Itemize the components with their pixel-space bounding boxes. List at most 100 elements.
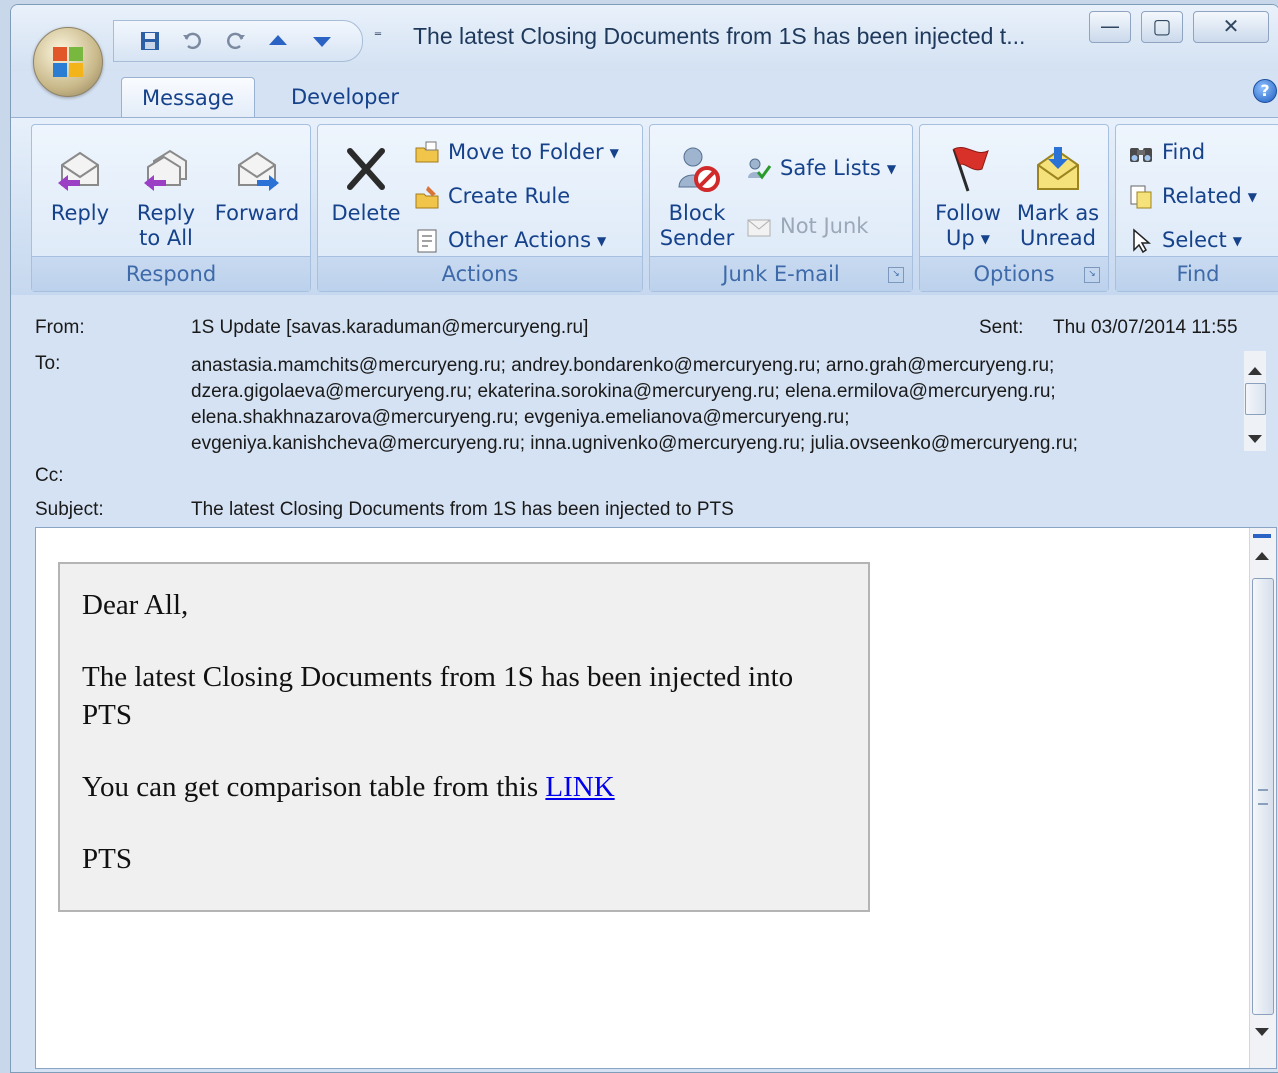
group-options-label: Options: [920, 256, 1108, 291]
binoculars-icon: [1130, 148, 1152, 162]
redo-icon[interactable]: [224, 29, 248, 53]
signature-text: PTS: [82, 843, 132, 875]
to-line: evgeniya.kanishcheva@mercuryeng.ru; inna…: [191, 433, 1078, 454]
maximize-button[interactable]: ▢: [1141, 11, 1183, 43]
message-header: From: 1S Update [savas.karaduman@mercury…: [11, 295, 1278, 523]
office-button[interactable]: [33, 27, 103, 97]
comparison-table-link[interactable]: LINK: [545, 771, 614, 803]
safe-lists-button[interactable]: Safe Lists ▼: [746, 153, 896, 183]
dialog-launcher-icon[interactable]: ↘: [1084, 267, 1100, 283]
flag-icon: [952, 147, 989, 192]
help-icon[interactable]: ?: [1253, 79, 1277, 103]
title-bar: ⁼ The latest Closing Documents from 1S h…: [11, 5, 1278, 71]
from-value[interactable]: 1S Update [savas.karaduman@mercuryeng.ru…: [191, 317, 588, 339]
tab-developer[interactable]: Developer: [271, 77, 419, 117]
close-button[interactable]: ✕: [1193, 11, 1269, 43]
dialog-launcher-icon[interactable]: ↘: [888, 267, 904, 283]
minimize-button[interactable]: —: [1089, 11, 1131, 43]
block-sender-label-2: Sender: [659, 226, 735, 250]
other-actions-button[interactable]: Other Actions ▼: [414, 225, 606, 255]
quick-access-toolbar: [113, 20, 363, 62]
reply-all-label-1: Reply: [136, 201, 196, 225]
body-line-2-text: You can get comparison table from this: [82, 771, 546, 803]
grip-icon: [1258, 789, 1268, 805]
mark-as-unread-label-1: Mark as: [1016, 201, 1100, 225]
reply-icon: [58, 151, 99, 191]
related-button[interactable]: Related ▼: [1128, 181, 1257, 211]
safe-lists-label: Safe Lists: [780, 156, 881, 180]
group-respond-label: Respond: [32, 256, 310, 291]
office-logo-icon: [53, 47, 83, 77]
subject-label: Subject:: [35, 499, 104, 520]
scroll-down-icon[interactable]: [1248, 435, 1262, 443]
previous-item-icon[interactable]: [266, 29, 290, 53]
reply-label: Reply: [50, 201, 110, 225]
body-line-2: You can get comparison table from this L…: [82, 768, 846, 806]
move-to-folder-label: Move to Folder: [448, 140, 604, 164]
related-label: Related: [1162, 184, 1242, 208]
forward-button[interactable]: Forward: [212, 143, 302, 226]
save-icon[interactable]: [138, 29, 162, 53]
forward-icon: [238, 151, 279, 191]
body-scrollbar[interactable]: [1249, 528, 1276, 1068]
scroll-down-icon[interactable]: [1255, 1028, 1269, 1036]
scroll-thumb[interactable]: [1245, 383, 1266, 415]
block-sender-icon: [678, 147, 720, 192]
sent-label: Sent:: [979, 317, 1024, 338]
safe-lists-icon: [748, 158, 772, 180]
other-actions-icon: [417, 229, 437, 253]
outlook-message-window: ⁼ The latest Closing Documents from 1S h…: [10, 4, 1278, 1073]
to-scrollbar[interactable]: [1244, 351, 1266, 451]
group-junk-label: Junk E-mail: [650, 256, 912, 291]
ribbon: Reply Reply to All Forward Respond Delet…: [11, 117, 1278, 296]
tab-message[interactable]: Message: [121, 77, 256, 118]
greeting-text: Dear All,: [82, 589, 189, 621]
select-button[interactable]: Select ▼: [1128, 225, 1242, 255]
chevron-down-icon: ▼: [609, 146, 619, 160]
reply-all-label-2: to All: [139, 226, 193, 250]
to-label: To:: [35, 353, 61, 374]
not-junk-button[interactable]: Not Junk: [746, 211, 868, 241]
create-rule-label: Create Rule: [448, 184, 571, 208]
message-body[interactable]: Dear All, The latest Closing Documents f…: [35, 527, 1277, 1069]
scroll-up-icon[interactable]: [1248, 367, 1262, 375]
subject-value: The latest Closing Documents from 1S has…: [191, 499, 734, 520]
reply-all-icon: [144, 149, 187, 191]
group-junk-email: Block Sender Safe Lists ▼ Not Junk Junk E…: [649, 124, 913, 292]
message-content: Dear All, The latest Closing Documents f…: [58, 562, 870, 912]
to-recipients[interactable]: anastasia.mamchits@mercuryeng.ru; andrey…: [191, 353, 1231, 465]
other-actions-label: Other Actions: [448, 228, 592, 252]
create-rule-icon: [415, 186, 439, 209]
delete-icon: [347, 148, 385, 190]
chevron-down-icon: ▼: [1232, 234, 1243, 248]
delete-label: Delete: [331, 201, 401, 225]
move-to-folder-button[interactable]: Move to Folder ▼: [414, 137, 619, 167]
find-button[interactable]: Find: [1128, 137, 1205, 167]
customize-qat-icon[interactable]: ⁼: [367, 27, 389, 49]
delete-button[interactable]: Delete: [326, 143, 406, 226]
to-line: elena.shakhnazarova@mercuryeng.ru; evgen…: [191, 407, 850, 428]
next-item-icon[interactable]: [310, 29, 334, 53]
mark-as-unread-icon: [1037, 147, 1079, 190]
create-rule-button[interactable]: Create Rule: [414, 181, 570, 211]
follow-up-label-1: Follow: [935, 201, 1001, 225]
block-sender-button[interactable]: Block Sender: [656, 143, 738, 251]
move-to-folder-icon: [415, 141, 439, 163]
find-label: Find: [1162, 140, 1206, 164]
related-icon: [1130, 185, 1152, 209]
scroll-thumb[interactable]: [1252, 578, 1274, 1015]
mark-as-unread-label-2: Unread: [1020, 226, 1096, 250]
scroll-up-icon[interactable]: [1255, 552, 1269, 560]
undo-icon[interactable]: [180, 29, 204, 53]
window-title: The latest Closing Documents from 1S has…: [413, 23, 1026, 49]
group-options: Follow Up ▼ Mark as Unread Options ↘: [919, 124, 1109, 292]
mark-as-unread-button[interactable]: Mark as Unread: [1014, 143, 1102, 251]
sent-value: Thu 03/07/2014 11:55: [1053, 317, 1238, 338]
to-line: anastasia.mamchits@mercuryeng.ru; andrey…: [191, 355, 1055, 376]
follow-up-button[interactable]: Follow Up ▼: [924, 143, 1012, 252]
reply-button[interactable]: Reply: [44, 143, 116, 226]
reply-all-button[interactable]: Reply to All: [128, 143, 204, 251]
body-line-1: The latest Closing Documents from 1S has…: [82, 661, 794, 731]
chevron-down-icon: ▼: [597, 234, 607, 248]
scroll-top-marker: [1253, 534, 1271, 538]
